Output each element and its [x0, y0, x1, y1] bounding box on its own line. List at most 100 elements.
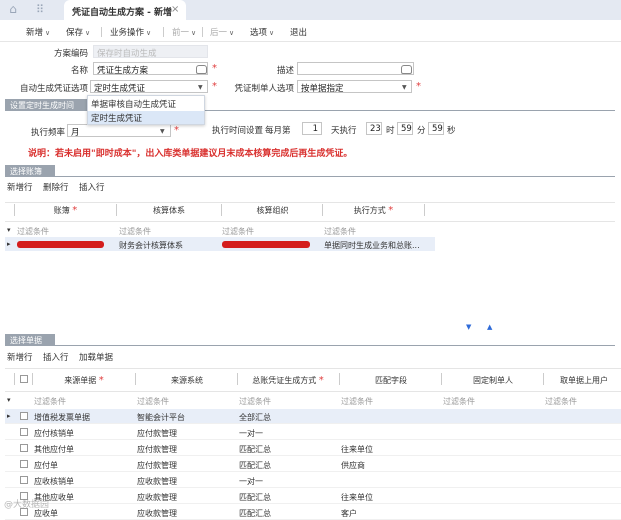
options-button[interactable]: 选项 ∨	[250, 26, 274, 38]
col-mode[interactable]: 执行方式 *	[326, 205, 421, 216]
col-doc-user[interactable]: 取单据上用户	[560, 375, 621, 386]
row-checkbox[interactable]	[20, 476, 28, 484]
books-insert-row-button[interactable]: 插入行	[79, 181, 105, 193]
filter-cell[interactable]: 过滤条件	[222, 226, 254, 237]
source-doc-cell[interactable]: 应付单	[34, 460, 58, 471]
filter-cell[interactable]: 过滤条件	[443, 396, 475, 407]
source-doc-cell[interactable]: 增值税发票单据	[34, 412, 90, 423]
source-system-cell[interactable]: 应收款管理	[137, 508, 177, 519]
voucher-mode-cell[interactable]: 匹配汇总	[239, 508, 271, 519]
next-button[interactable]: 后一 ∨	[210, 26, 234, 38]
prev-button[interactable]: 前一 ∨	[172, 26, 196, 38]
minute-input[interactable]: 59	[397, 122, 413, 135]
chevron-down-icon[interactable]: ▼	[160, 128, 165, 135]
chevron-down-icon[interactable]: ▼	[402, 84, 407, 91]
app-grid-icon[interactable]: ⠿	[33, 3, 47, 16]
voucher-mode-cell[interactable]: 匹配汇总	[239, 444, 271, 455]
current-row-icon: ▸	[7, 412, 11, 420]
row-checkbox[interactable]	[20, 428, 28, 436]
source-system-cell[interactable]: 应收款管理	[137, 476, 177, 487]
table-row[interactable]	[5, 489, 621, 504]
close-icon[interactable]: ×	[171, 4, 179, 15]
match-field-cell[interactable]: 往来单位	[341, 444, 373, 455]
mode-cell[interactable]: 单据同时生成业务和总账...	[324, 240, 420, 251]
col-book[interactable]: 账簿 *	[18, 205, 113, 216]
source-doc-cell[interactable]: 其他应付单	[34, 444, 74, 455]
docs-add-row-button[interactable]: 新增行	[7, 351, 33, 363]
books-add-row-button[interactable]: 新增行	[7, 181, 33, 193]
multilang-icon[interactable]	[401, 65, 412, 74]
dropdown-option-timed[interactable]: 定时生成凭证	[88, 111, 204, 124]
row-checkbox[interactable]	[20, 460, 28, 468]
col-org[interactable]: 核算组织	[225, 205, 320, 216]
books-delete-row-button[interactable]: 删除行	[43, 181, 69, 193]
collapse-down-icon[interactable]: ▼	[466, 323, 471, 331]
match-field-cell[interactable]: 往来单位	[341, 492, 373, 503]
select-all-checkbox[interactable]	[20, 375, 28, 383]
filter-cell[interactable]: 过滤条件	[17, 226, 49, 237]
dropdown-option-audit[interactable]: 单据审核自动生成凭证	[88, 97, 204, 110]
match-field-cell[interactable]: 供应商	[341, 460, 365, 471]
filter-cell[interactable]: 过滤条件	[324, 226, 356, 237]
match-field-cell[interactable]: 客户	[341, 508, 357, 519]
collapse-up-icon[interactable]: ▲	[487, 323, 492, 331]
row-checkbox[interactable]	[20, 412, 28, 420]
filter-cell[interactable]: 过滤条件	[119, 226, 151, 237]
toolbar-divider	[101, 27, 102, 37]
minute-unit: 分	[417, 126, 426, 136]
col-system[interactable]: 核算体系	[120, 205, 218, 216]
source-system-cell[interactable]: 应收款管理	[137, 492, 177, 503]
col-voucher-mode[interactable]: 总账凭证生成方式 *	[238, 375, 338, 386]
filter-icon[interactable]: ▾	[7, 396, 11, 404]
filter-cell[interactable]: 过滤条件	[137, 396, 169, 407]
col-source-doc[interactable]: 来源单据 *	[35, 375, 133, 386]
desc-input[interactable]	[297, 62, 414, 75]
source-doc-cell[interactable]: 应收核销单	[34, 476, 74, 487]
freq-select[interactable]: 月	[67, 124, 171, 137]
filter-cell[interactable]: 过滤条件	[34, 396, 66, 407]
system-cell[interactable]: 财务会计核算体系	[119, 240, 183, 251]
exit-button[interactable]: 退出	[290, 26, 307, 38]
voucher-mode-cell[interactable]: 全部汇总	[239, 412, 271, 423]
docs-load-button[interactable]: 加载单据	[79, 351, 113, 363]
filter-cell[interactable]: 过滤条件	[341, 396, 373, 407]
source-doc-cell[interactable]: 应付核销单	[34, 428, 74, 439]
required-mark: *	[212, 81, 217, 92]
save-button[interactable]: 保存 ∨	[66, 26, 90, 38]
day-input[interactable]: 1	[302, 122, 322, 135]
filter-icon[interactable]: ▾	[7, 226, 11, 234]
table-row[interactable]	[5, 473, 621, 488]
col-source-system[interactable]: 来源系统	[138, 375, 236, 386]
table-row[interactable]	[5, 425, 621, 440]
source-system-cell[interactable]: 应付款管理	[137, 460, 177, 471]
voucher-mode-cell[interactable]: 匹配汇总	[239, 492, 271, 503]
table-row[interactable]	[5, 441, 621, 456]
col-match-field[interactable]: 匹配字段	[342, 375, 440, 386]
home-icon[interactable]: ⌂	[6, 3, 20, 16]
voucher-mode-cell[interactable]: 一对一	[239, 476, 263, 487]
voucher-mode-cell[interactable]: 匹配汇总	[239, 460, 271, 471]
filter-cell[interactable]: 过滤条件	[545, 396, 577, 407]
source-system-cell[interactable]: 应付款管理	[137, 428, 177, 439]
docs-insert-row-button[interactable]: 插入行	[43, 351, 69, 363]
table-row[interactable]	[5, 457, 621, 472]
voucher-mode-cell[interactable]: 一对一	[239, 428, 263, 439]
option-select[interactable]: 定时生成凭证	[90, 80, 208, 93]
hour-input[interactable]: 23	[366, 122, 382, 135]
chevron-down-icon[interactable]: ▼	[198, 84, 203, 91]
filter-cell[interactable]: 过滤条件	[239, 396, 271, 407]
code-input[interactable]: 保存时自动生成	[93, 45, 208, 58]
maker-select[interactable]: 按单据指定	[297, 80, 412, 93]
business-ops-button[interactable]: 业务操作 ∨	[110, 26, 151, 38]
table-row[interactable]	[5, 409, 621, 424]
new-button[interactable]: 新增 ∨	[26, 26, 50, 38]
multilang-icon[interactable]	[196, 65, 207, 74]
source-system-cell[interactable]: 应付款管理	[137, 444, 177, 455]
col-fixed-maker[interactable]: 固定制单人	[444, 375, 542, 386]
redacted-book	[17, 241, 104, 248]
row-checkbox[interactable]	[20, 444, 28, 452]
second-input[interactable]: 59	[428, 122, 444, 135]
name-input[interactable]: 凭证生成方案	[93, 62, 208, 75]
source-system-cell[interactable]: 智能会计平台	[137, 412, 185, 423]
required-mark: *	[416, 81, 421, 92]
